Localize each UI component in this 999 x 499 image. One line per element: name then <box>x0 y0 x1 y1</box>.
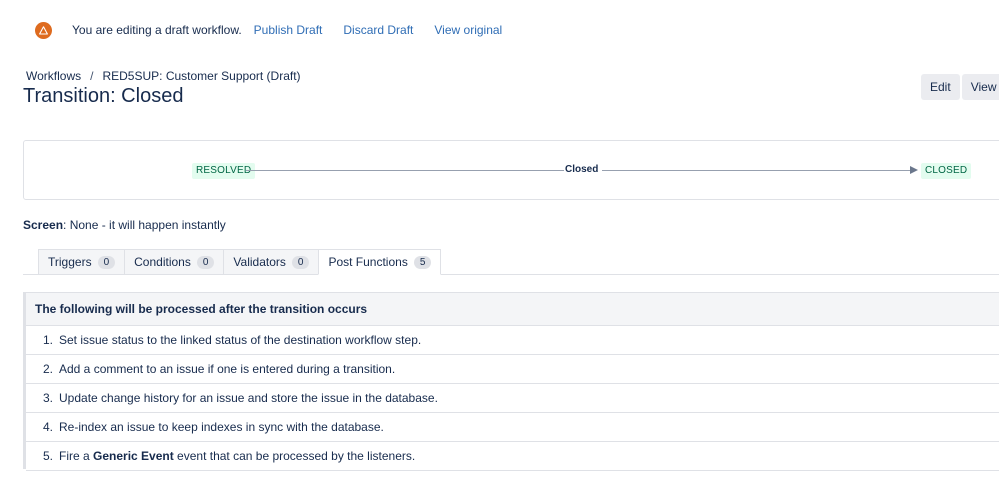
item-text: Fire a Generic Event event that can be p… <box>59 449 415 463</box>
post-function-item: 2. Add a comment to an issue if one is e… <box>26 355 999 384</box>
edit-button[interactable]: Edit <box>921 74 960 100</box>
draft-message: You are editing a draft workflow. <box>72 23 242 37</box>
screen-value: : None - it will happen instantly <box>63 218 226 232</box>
post-functions-panel: The following will be processed after th… <box>23 292 999 471</box>
tab-post-functions[interactable]: Post Functions 5 <box>318 249 442 275</box>
item-text: Re-index an issue to keep indexes in syn… <box>59 420 384 434</box>
publish-draft-link[interactable]: Publish Draft <box>254 23 323 37</box>
item-number: 2. <box>43 362 54 376</box>
view-original-link[interactable]: View original <box>434 23 502 37</box>
transition-tabs: Triggers 0 Conditions 0 Validators 0 Pos… <box>38 249 442 275</box>
item-number: 4. <box>43 420 54 434</box>
screen-info: Screen: None - it will happen instantly <box>23 218 226 232</box>
tab-count-badge: 0 <box>97 255 116 269</box>
page-title: Transition: Closed <box>23 85 184 107</box>
tab-count-badge: 0 <box>291 255 310 269</box>
transition-line <box>602 170 912 171</box>
breadcrumb-workflows[interactable]: Workflows <box>26 69 81 83</box>
item-number: 3. <box>43 391 54 405</box>
post-function-item: 3. Update change history for an issue an… <box>26 384 999 413</box>
tab-triggers[interactable]: Triggers 0 <box>38 249 125 275</box>
post-function-item: 1. Set issue status to the linked status… <box>26 326 999 355</box>
breadcrumb-separator: / <box>90 69 94 83</box>
transition-diagram: RESOLVED Closed CLOSED <box>23 140 999 200</box>
screen-label: Screen <box>23 218 64 232</box>
breadcrumb-workflow[interactable]: RED5SUP: Customer Support (Draft) <box>102 69 300 83</box>
transition-name: Closed <box>565 164 599 175</box>
to-status-lozenge: CLOSED <box>921 163 972 179</box>
arrow-head-icon <box>910 166 918 174</box>
item-text: Add a comment to an issue if one is ente… <box>59 362 396 376</box>
item-text: Set issue status to the linked status of… <box>59 333 422 347</box>
tab-validators[interactable]: Validators 0 <box>223 249 319 275</box>
item-number: 5. <box>43 449 54 463</box>
warning-icon <box>35 21 52 39</box>
discard-draft-link[interactable]: Discard Draft <box>343 23 413 37</box>
post-functions-header: The following will be processed after th… <box>26 292 999 326</box>
from-status-lozenge: RESOLVED <box>192 163 256 179</box>
post-function-item: 4. Re-index an issue to keep indexes in … <box>26 413 999 442</box>
tab-label: Validators <box>233 255 286 269</box>
view-button[interactable]: View P <box>961 74 999 100</box>
event-name: Generic Event <box>93 449 174 463</box>
tab-count-badge: 5 <box>413 255 432 269</box>
draft-banner: You are editing a draft workflow. Publis… <box>35 18 523 42</box>
tab-label: Conditions <box>134 255 191 269</box>
tab-count-badge: 0 <box>196 255 215 269</box>
post-function-item: 5. Fire a Generic Event event that can b… <box>26 442 999 471</box>
tab-label: Triggers <box>48 255 92 269</box>
tab-label: Post Functions <box>328 255 408 269</box>
item-text: Update change history for an issue and s… <box>59 391 438 405</box>
item-text-after: event that can be processed by the liste… <box>173 449 416 463</box>
header-actions: Edit View P <box>921 74 999 100</box>
transition-line <box>246 170 564 171</box>
item-text-before: Fire a <box>59 449 94 463</box>
item-number: 1. <box>43 333 54 347</box>
breadcrumb: Workflows / RED5SUP: Customer Support (D… <box>26 69 301 83</box>
tab-conditions[interactable]: Conditions 0 <box>124 249 224 275</box>
